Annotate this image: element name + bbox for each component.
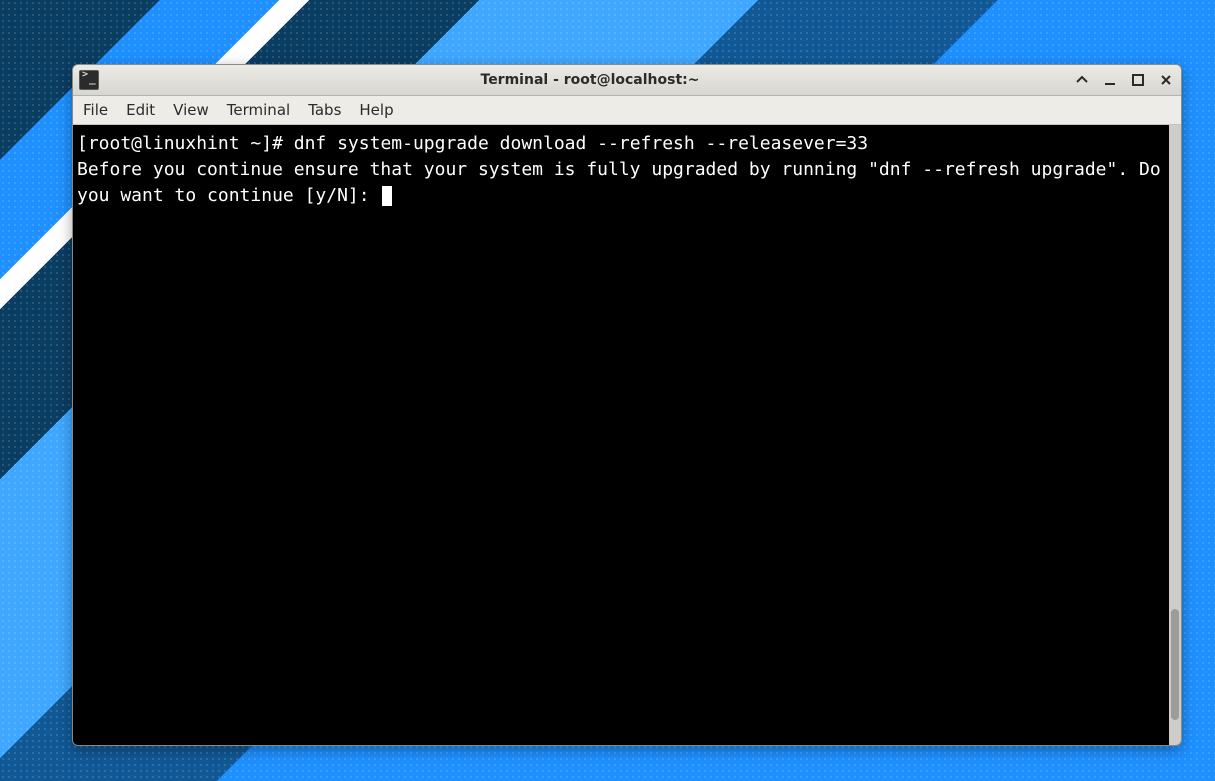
terminal-prompt: [root@linuxhint ~]# [77, 133, 294, 154]
scrollbar-thumb[interactable] [1171, 609, 1179, 721]
rollup-button[interactable] [1073, 71, 1091, 89]
window-controls [1073, 71, 1175, 89]
text-cursor [382, 186, 392, 206]
terminal-command: dnf system-upgrade download --refresh --… [294, 133, 868, 154]
window-titlebar[interactable]: Terminal - root@localhost:~ [73, 65, 1181, 96]
menu-view[interactable]: View [173, 101, 209, 119]
menu-file[interactable]: File [83, 101, 108, 119]
terminal-app-icon [79, 70, 99, 90]
terminal-area: [root@linuxhint ~]# dnf system-upgrade d… [73, 125, 1181, 745]
menu-tabs[interactable]: Tabs [308, 101, 341, 119]
menu-help[interactable]: Help [359, 101, 393, 119]
terminal-content[interactable]: [root@linuxhint ~]# dnf system-upgrade d… [73, 125, 1169, 745]
terminal-scrollbar[interactable] [1169, 125, 1181, 745]
window-title: Terminal - root@localhost:~ [107, 72, 1073, 88]
maximize-button[interactable] [1129, 71, 1147, 89]
close-button[interactable] [1157, 71, 1175, 89]
menu-terminal[interactable]: Terminal [227, 101, 290, 119]
menu-edit[interactable]: Edit [126, 101, 155, 119]
menubar: File Edit View Terminal Tabs Help [73, 96, 1181, 125]
desktop-wallpaper: Terminal - root@localhost:~ File Edit Vi… [0, 0, 1215, 781]
terminal-window: Terminal - root@localhost:~ File Edit Vi… [72, 64, 1182, 746]
minimize-button[interactable] [1101, 71, 1119, 89]
terminal-output: Before you continue ensure that your sys… [77, 159, 1172, 206]
